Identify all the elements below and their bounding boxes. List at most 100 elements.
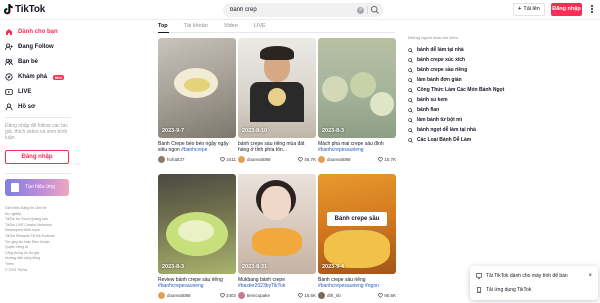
search-icon [408, 127, 413, 133]
profile-icon [5, 103, 13, 111]
following-icon [5, 43, 13, 51]
like-count: 90.6K [378, 293, 396, 298]
like-count: 15.6K [298, 293, 316, 298]
heart-icon [298, 156, 304, 162]
video-date: 2023-8-31 [242, 264, 268, 270]
sidebar-item-live[interactable]: LIVE [5, 87, 31, 97]
avatar[interactable] [318, 291, 325, 299]
create-effects-card[interactable]: Tạo hiệu ứng [5, 179, 69, 196]
related-searches: Những người khác tìm kiếm bánh dễ làm tạ… [408, 35, 518, 145]
plus-icon: + [518, 6, 522, 12]
video-card[interactable]: 2023-8-3 Mách pha mai crepe sầu đỉnh #ba… [318, 38, 396, 163]
related-search-item[interactable]: bánh crepe xúc xích [408, 55, 518, 65]
author-name[interactable]: doanvat088 [327, 157, 378, 162]
monitor-icon [476, 273, 482, 279]
video-date: 2023-8-10 [242, 128, 268, 134]
like-count: 45.7K [298, 157, 316, 162]
login-button[interactable]: Đăng nhập [551, 3, 582, 16]
copyright: © 2024 TikTok [5, 267, 28, 272]
avatar[interactable] [158, 155, 165, 163]
hashtag[interactable]: #baster2023byTikTok [238, 283, 285, 289]
hashtag[interactable]: #banhcrepe [181, 147, 207, 153]
sidebar-item-label: Khám phá [18, 74, 48, 80]
video-thumbnail[interactable]: 2023-8-3 [158, 174, 236, 274]
avatar[interactable] [238, 155, 245, 163]
top-bar: TikTok × +Tải lên Đăng nhập [0, 0, 600, 20]
search-input[interactable] [230, 5, 350, 15]
search-icon [408, 47, 413, 53]
related-search-item[interactable]: bánh flan [408, 105, 518, 115]
video-thumbnail[interactable]: 2023-9-7 [158, 38, 236, 138]
search-icon [408, 107, 413, 113]
search-icon [408, 57, 413, 63]
related-search-item[interactable]: Công Thức Làm Các Món Bánh Ngọt [408, 85, 518, 95]
active-tab-indicator [158, 32, 169, 33]
upload-button[interactable]: + Tải lên [513, 3, 545, 16]
tiktok-logo[interactable]: TikTok [4, 4, 45, 15]
heart-icon [378, 156, 384, 162]
author-name[interactable]: hohatt37 [167, 157, 220, 162]
video-caption: Bánh Crepe béo béo ngậy ngậy siêu ngon #… [158, 141, 229, 153]
avatar[interactable] [158, 291, 165, 299]
video-caption: Mukbang bánh crepe #baster2023byTikTok [238, 277, 286, 289]
video-card[interactable]: 2023-9-7 Bánh Crepe béo béo ngậy ngậy si… [158, 38, 236, 163]
video-card[interactable]: 2023-8-31 Mukbang bánh crepe #baster2023… [238, 174, 316, 299]
like-count: 2411 [220, 157, 236, 162]
sidebar-divider [5, 117, 71, 118]
related-search-item[interactable]: bánh su kem [408, 95, 518, 105]
avatar[interactable] [318, 155, 325, 163]
related-search-item[interactable]: bánh dễ làm tại nhà [408, 45, 518, 55]
video-card[interactable]: Bánh crepe sầu 2023-9-4 Bánh crepe sầu r… [318, 174, 396, 299]
video-thumbnail[interactable]: 2023-8-31 [238, 174, 316, 274]
related-search-item[interactable]: bánh crepe sầu riêng [408, 65, 518, 75]
hashtag[interactable]: #banhcrepesaurieng [318, 147, 364, 153]
video-date: 2023-8-3 [322, 128, 345, 134]
video-caption: Review bánh crepe sầu riêng #banhcrepesa… [158, 277, 223, 289]
like-count: 2402 [220, 293, 236, 298]
author-name[interactable]: tiemcupake [247, 293, 298, 298]
sidebar-item-profile[interactable]: Hồ sơ [5, 102, 35, 112]
related-search-item[interactable]: bánh ngọt dễ làm tại nhà [408, 125, 518, 135]
phone-icon [477, 287, 481, 293]
video-card[interactable]: 2023-8-10 bánh crepe sầu riêng mùa đất h… [238, 38, 316, 163]
hashtag[interactable]: #banhcrepesaurieng #ngon [318, 283, 379, 289]
new-badge: Mới [53, 74, 65, 80]
download-desktop-label: Tải TikTok dành cho máy tính để bàn [486, 273, 568, 279]
related-search-item[interactable]: làm bánh từ bột mì [408, 115, 518, 125]
video-thumbnail[interactable]: 2023-8-10 [238, 38, 316, 138]
avatar[interactable] [238, 291, 245, 299]
sidebar-item-for-you[interactable]: Dành cho bạn [5, 27, 58, 37]
video-caption: Mách pha mai crepe sầu đỉnh #banhcrepesa… [318, 141, 384, 153]
video-date: 2023-9-7 [162, 128, 185, 134]
like-count: 15.7K [378, 157, 396, 162]
download-mobile-link[interactable]: Tải ứng dụng TikTok [476, 283, 592, 297]
clear-search-icon[interactable]: × [357, 6, 364, 14]
video-date: 2023-8-3 [162, 264, 185, 270]
sidebar-item-label: LIVE [18, 89, 32, 95]
search-icon [408, 77, 413, 83]
video-card[interactable]: 2023-8-3 Review bánh crepe sầu riêng #ba… [158, 174, 236, 299]
download-desktop-link[interactable]: Tải TikTok dành cho máy tính để bàn × [476, 269, 592, 283]
sidebar-login-button[interactable]: Đăng nhập [5, 150, 69, 164]
home-icon [6, 29, 12, 35]
related-search-item[interactable]: làm bánh đơn giản [408, 75, 518, 85]
sidebar-item-following[interactable]: Đang Follow [5, 42, 54, 52]
video-caption: bánh crepe sầu riêng mùa đất hàng ở tỉnh… [238, 141, 305, 153]
author-name[interactable]: doanvat088 [247, 157, 298, 162]
hashtag[interactable]: #banhcrepesaurieng [158, 283, 204, 289]
heart-icon [220, 156, 226, 162]
video-meta: doanvat088 45.7K [238, 155, 316, 163]
more-options-icon[interactable] [588, 4, 596, 15]
video-thumbnail[interactable]: Bánh crepe sầu 2023-9-4 [318, 174, 396, 274]
sidebar-item-friends[interactable]: Bạn bè [5, 57, 38, 67]
sidebar-item-label: Đang Follow [18, 44, 54, 50]
search-icon[interactable] [370, 5, 380, 15]
close-icon[interactable]: × [588, 273, 592, 279]
download-app-popup: Tải TikTok dành cho máy tính để bàn × Tả… [470, 266, 598, 300]
compass-icon [5, 73, 13, 81]
author-name[interactable]: dth_nb [327, 293, 378, 298]
sidebar-item-explore[interactable]: Khám phá Mới [5, 72, 65, 82]
related-search-item[interactable]: Các Loại Bánh Dễ Làm [408, 135, 518, 145]
author-name[interactable]: doanvat088 [167, 293, 220, 298]
video-thumbnail[interactable]: 2023-8-3 [318, 38, 396, 138]
